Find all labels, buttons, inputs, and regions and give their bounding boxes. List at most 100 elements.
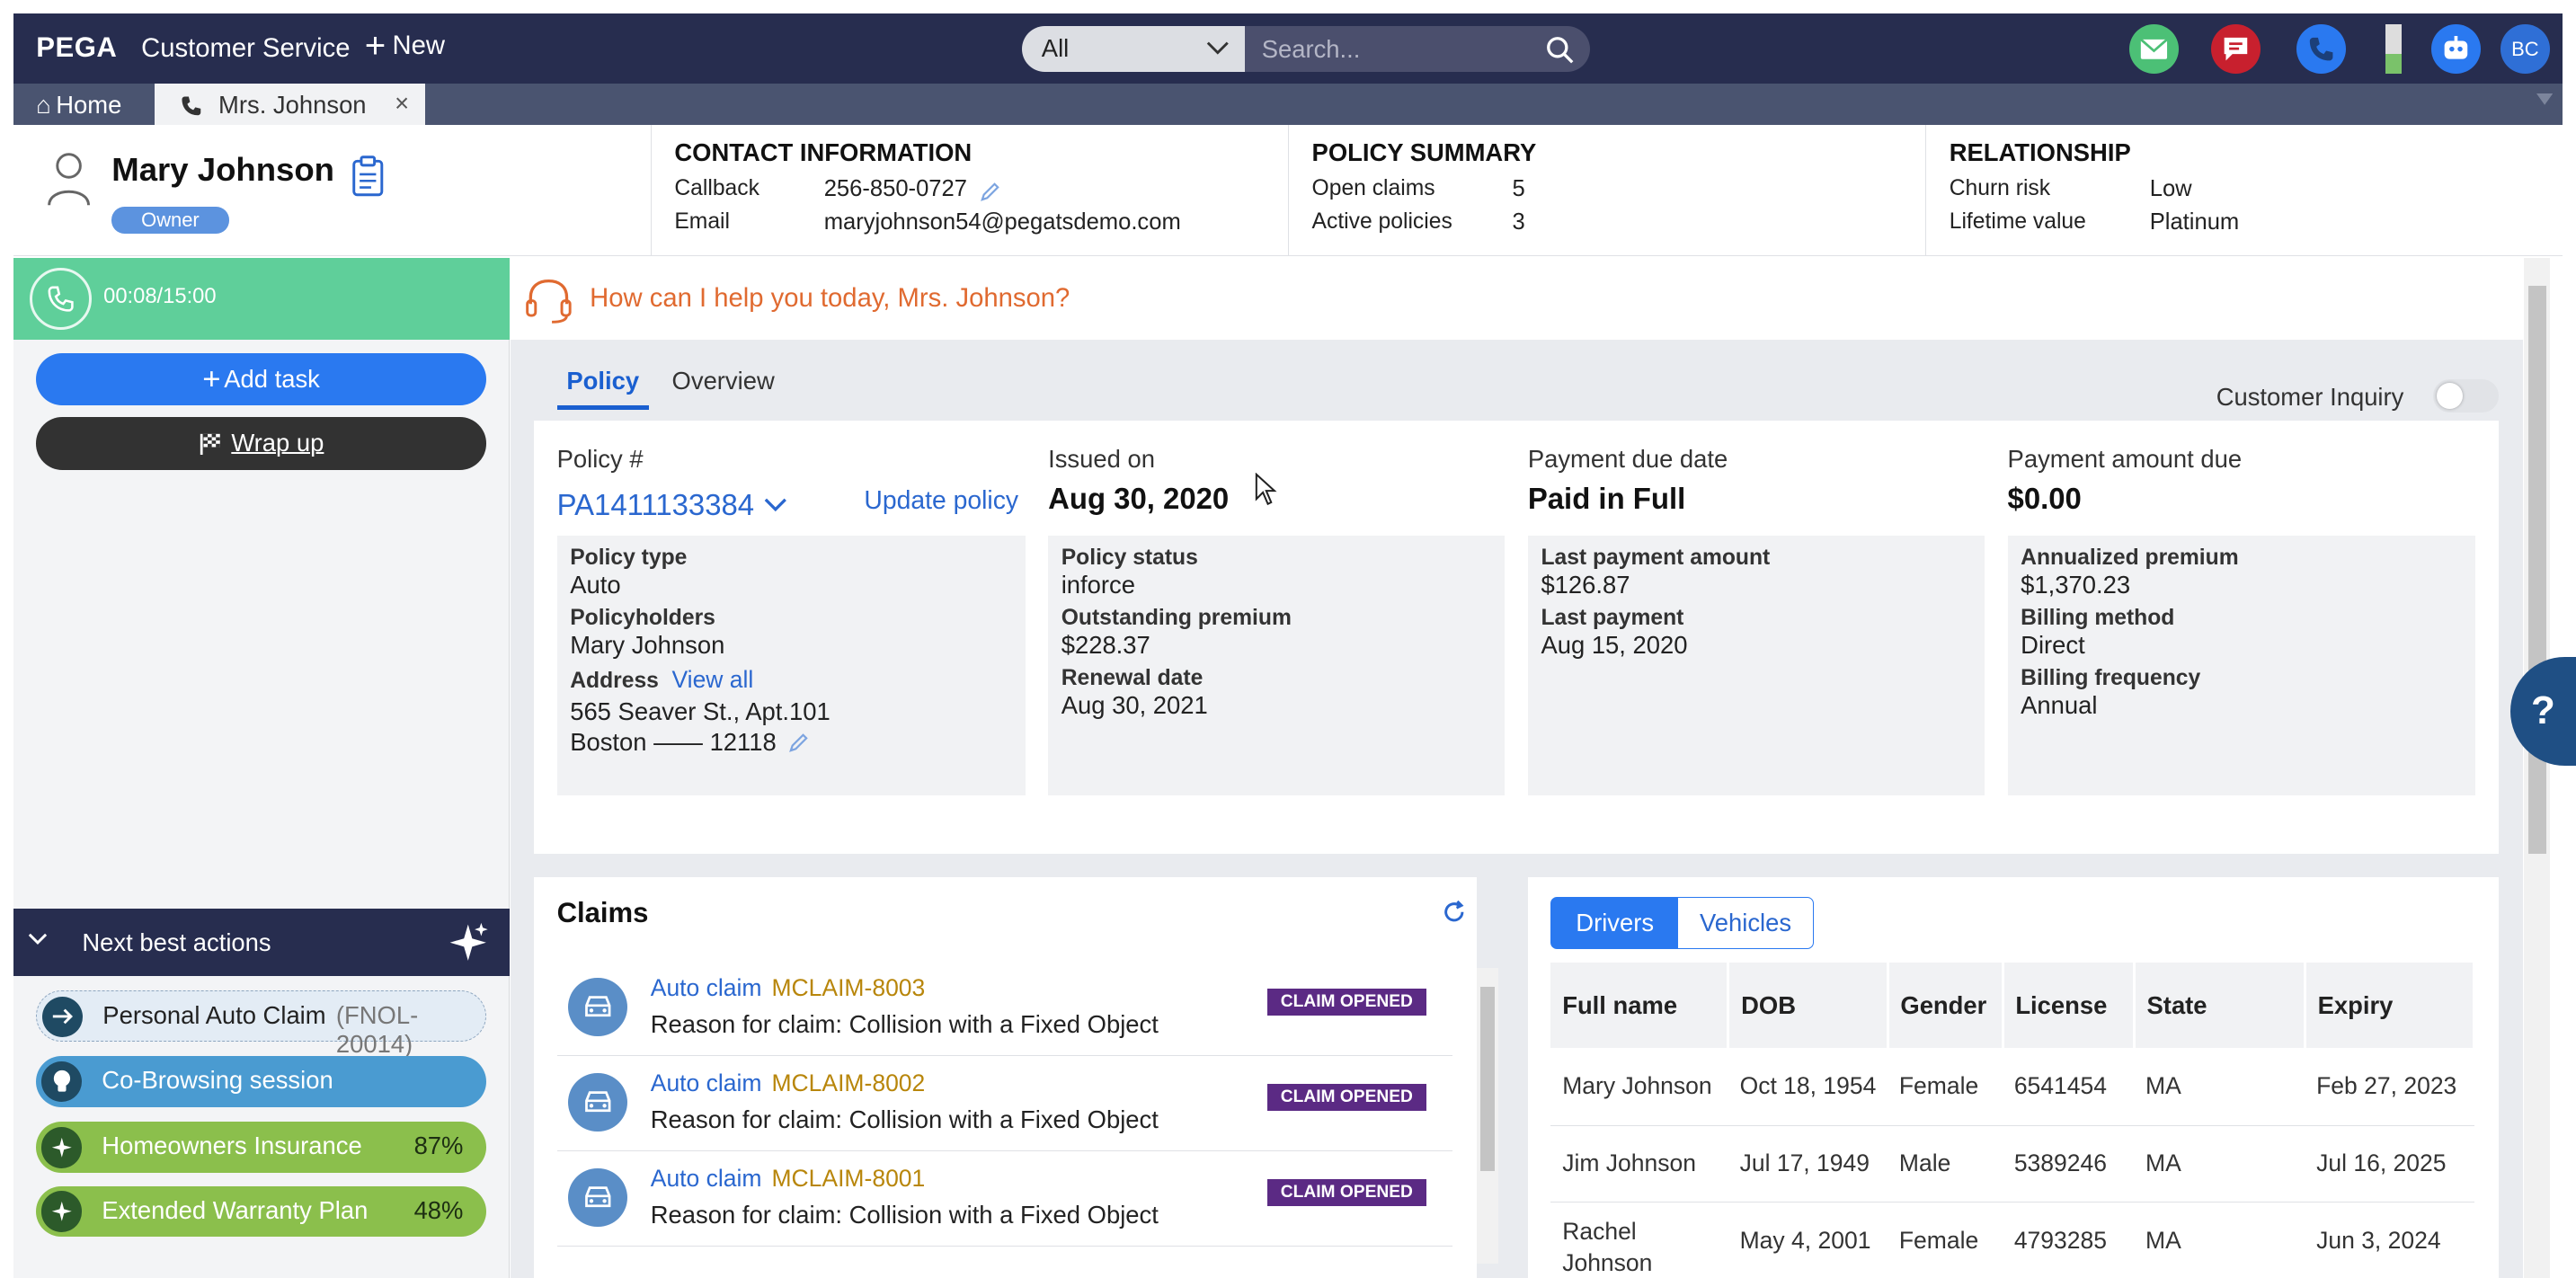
table-row[interactable]: Rachel Johnson May 4, 2001 Female 479328… <box>1550 1202 2474 1278</box>
car-icon <box>568 977 628 1037</box>
payment-due-value: Paid in Full <box>1527 481 1686 515</box>
outstanding-premium-label: Outstanding premium <box>1061 606 1292 631</box>
table-cell: 4793285 <box>2003 1202 2135 1278</box>
open-claims-label: Open claims <box>1311 176 1435 201</box>
bot-icon[interactable] <box>2431 24 2481 75</box>
policy-status-value: inforce <box>1061 570 1135 599</box>
callback-label: Callback <box>674 176 759 201</box>
table-row[interactable]: Jim Johnson Jul 17, 1949 Male 5389246 MA… <box>1550 1125 2474 1203</box>
tab-overflow-caret-icon[interactable] <box>2536 93 2554 107</box>
column-header[interactable]: Gender <box>1888 963 2004 1049</box>
nba-item-label: Extended Warranty Plan <box>102 1195 369 1224</box>
table-row[interactable]: Mary Johnson Oct 18, 1954 Female 6541454… <box>1550 1048 2474 1126</box>
claim-reason: Reason for claim: Collision with a Fixed… <box>650 1105 1159 1134</box>
address-label: Address <box>570 669 659 694</box>
column-header[interactable]: State <box>2134 963 2306 1049</box>
headset-icon <box>526 279 572 324</box>
customer-inquiry-toggle[interactable] <box>2432 379 2500 413</box>
email-icon[interactable] <box>2128 24 2179 75</box>
view-all-link[interactable]: View all <box>671 666 753 694</box>
search-scope-select[interactable]: All <box>1021 26 1246 73</box>
workspace-tab-bar: ⌂ Home Mrs. Johnson × <box>13 84 2563 125</box>
wrap-up-button[interactable]: Wrap up <box>36 417 486 470</box>
policy-status-label: Policy status <box>1061 545 1198 570</box>
nba-item-propensity: 48% <box>413 1195 464 1224</box>
user-avatar[interactable]: BC <box>2500 24 2550 75</box>
sparkle-icon <box>40 1126 83 1168</box>
claim-type-link[interactable]: Auto claim <box>651 1069 762 1096</box>
search-icon[interactable] <box>1546 36 1574 64</box>
table-cell: 5389246 <box>2003 1125 2135 1203</box>
search-input[interactable] <box>1245 26 1541 73</box>
payment-amount-label: Payment amount due <box>2007 445 2243 474</box>
policy-summary-section: POLICY SUMMARY Open claims 5 Active polic… <box>1287 124 1925 257</box>
nba-item-co-browsing[interactable]: Co-Browsing session <box>36 1056 486 1107</box>
chevron-down-icon[interactable] <box>28 933 48 946</box>
tab-overview[interactable]: Overview <box>672 367 775 395</box>
tab-policy[interactable]: Policy <box>556 367 649 410</box>
claim-item[interactable]: Auto claim MCLAIM-8002 Reason for claim: … <box>556 1056 1452 1152</box>
column-header[interactable]: Expiry <box>2305 963 2476 1049</box>
search-scope-value: All <box>1041 34 1070 63</box>
last-payment-amount-label: Last payment amount <box>1541 545 1771 570</box>
app-root: PEGA Customer Service + New All BC <box>0 0 2576 1278</box>
add-task-button[interactable]: + Add task <box>36 352 486 406</box>
column-header[interactable]: License <box>2003 963 2136 1049</box>
claim-type-link[interactable]: Auto claim <box>651 974 762 1001</box>
top-bar: PEGA Customer Service + New All BC <box>13 13 2563 84</box>
new-button[interactable]: + New <box>365 27 446 63</box>
pencil-icon[interactable] <box>980 182 1000 201</box>
claim-status-badge: CLAIM OPENED <box>1267 1179 1426 1206</box>
payment-amount-value: $0.00 <box>2007 481 2082 515</box>
table-cell: Female <box>1888 1048 2003 1126</box>
table-cell: Jun 3, 2024 <box>2305 1202 2474 1278</box>
column-header[interactable]: Full name <box>1550 963 1730 1049</box>
new-label: New <box>392 31 446 60</box>
claim-type-link[interactable]: Auto claim <box>651 1165 762 1192</box>
chat-icon[interactable] <box>2211 24 2261 75</box>
policy-number-select[interactable]: PA1411133384 <box>557 488 787 522</box>
policy-number-label: Policy # <box>556 445 644 474</box>
call-timer: 00:08/15:00 <box>103 284 217 309</box>
billing-box: Annualized premium $1,370.23 Billing met… <box>2007 535 2476 795</box>
call-phone-icon[interactable] <box>29 267 93 331</box>
table-cell: MA <box>2134 1048 2305 1126</box>
table-cell: Jul 17, 1949 <box>1728 1125 1888 1203</box>
chevron-down-icon <box>1206 41 1229 55</box>
claim-item[interactable]: Auto claim MCLAIM-8003 Reason for claim: … <box>556 961 1452 1057</box>
tab-customer-label: Mrs. Johnson <box>218 90 367 119</box>
active-policies-value: 3 <box>1512 209 1525 235</box>
renewal-date-value: Aug 30, 2021 <box>1061 691 1208 720</box>
email-label: Email <box>674 209 731 234</box>
close-icon[interactable]: × <box>395 89 409 118</box>
claim-item[interactable]: Auto claim MCLAIM-8001 Reason for claim: … <box>556 1151 1452 1247</box>
claim-reason: Reason for claim: Collision with a Fixed… <box>650 1010 1159 1039</box>
tab-home-label: Home <box>56 90 122 119</box>
nba-item-extended-warranty[interactable]: Extended Warranty Plan 48% <box>36 1185 486 1238</box>
arrow-right-icon <box>41 996 84 1038</box>
tab-home[interactable]: ⌂ Home <box>26 84 135 125</box>
pencil-icon[interactable] <box>789 732 809 752</box>
nba-item-label: Co-Browsing session <box>102 1066 333 1095</box>
main-content: How can I help you today, Mrs. Johnson? … <box>511 257 2524 1278</box>
segment-drivers[interactable]: Drivers <box>1550 896 1679 950</box>
next-best-actions-header[interactable]: Next best actions <box>13 908 510 976</box>
nba-item-homeowners-insurance[interactable]: Homeowners Insurance 87% <box>36 1122 486 1174</box>
customer-inquiry-label: Customer Inquiry <box>2216 382 2404 411</box>
nba-item-personal-auto-claim[interactable]: Personal Auto Claim (FNOL-20014) <box>36 990 486 1058</box>
policy-status-box: Policy status inforce Outstanding premiu… <box>1048 535 1506 795</box>
annualized-premium-label: Annualized premium <box>2021 545 2239 570</box>
segment-vehicles[interactable]: Vehicles <box>1677 896 1814 950</box>
claim-status-badge: CLAIM OPENED <box>1267 1084 1426 1111</box>
clipboard-icon[interactable] <box>351 155 385 198</box>
phone-icon[interactable] <box>2296 24 2347 75</box>
table-cell: MA <box>2134 1202 2305 1278</box>
tab-customer[interactable]: Mrs. Johnson × <box>154 84 426 125</box>
claims-scrollbar[interactable] <box>1477 967 1498 1264</box>
claim-status-badge: CLAIM OPENED <box>1267 989 1426 1016</box>
table-cell: 6541454 <box>2003 1048 2135 1126</box>
update-policy-link[interactable]: Update policy <box>864 486 1018 516</box>
column-header[interactable]: DOB <box>1728 963 1889 1049</box>
refresh-icon[interactable] <box>1443 900 1466 924</box>
page-scrollbar-thumb[interactable] <box>2527 286 2547 855</box>
